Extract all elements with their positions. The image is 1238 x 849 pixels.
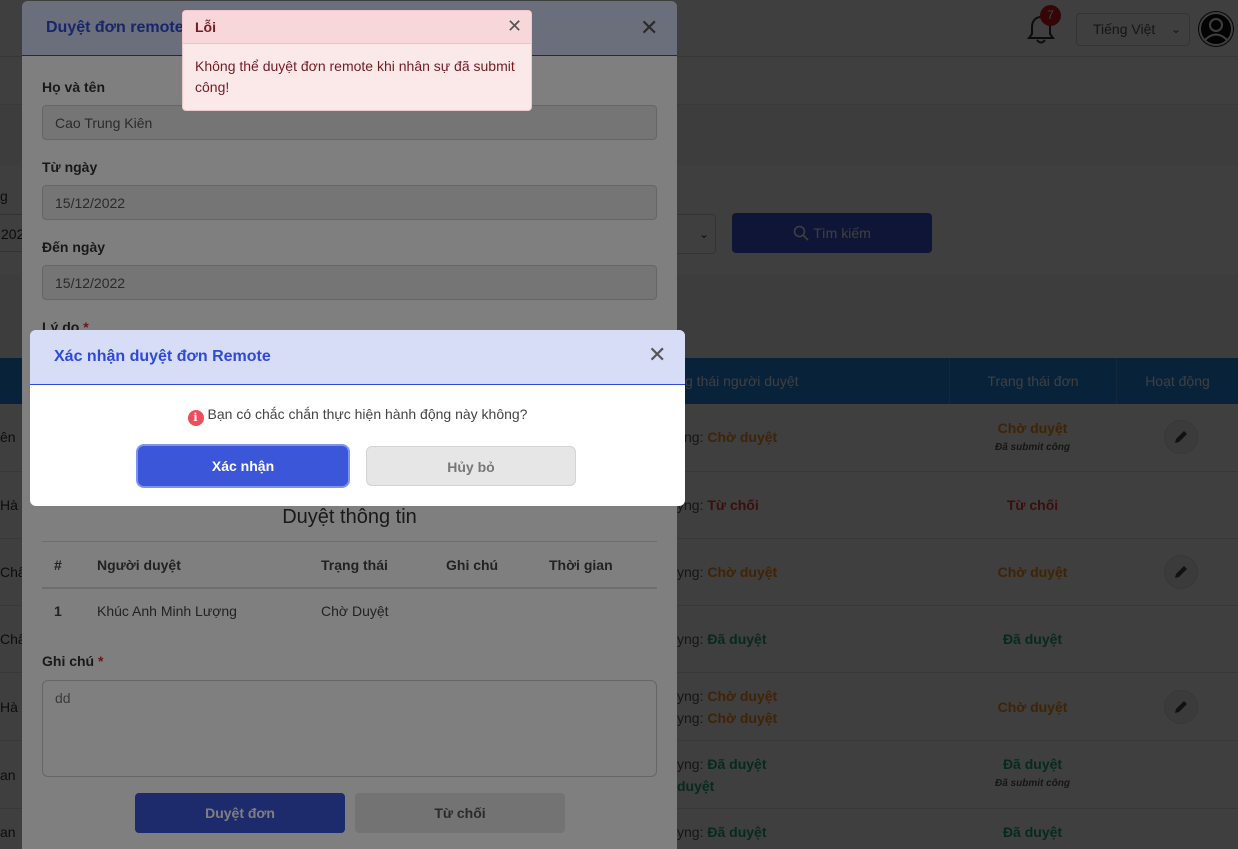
info-icon: i [187, 410, 204, 426]
toast-header: Lỗi ✕ [183, 11, 531, 44]
error-toast: Lỗi ✕ Không thể duyệt đơn remote khi nhâ… [182, 10, 532, 111]
toast-title: Lỗi [195, 19, 216, 35]
confirm-button[interactable]: Xác nhận [138, 446, 348, 486]
confirm-modal: Xác nhận duyệt đơn Remote ✕ i Bạn có chắc… [30, 330, 685, 506]
confirm-header: Xác nhận duyệt đơn Remote ✕ [30, 330, 685, 385]
confirm-title: Xác nhận duyệt đơn Remote [54, 348, 271, 365]
toast-message: Không thể duyệt đơn remote khi nhân sự đ… [195, 58, 515, 95]
cancel-button[interactable]: Hủy bỏ [366, 446, 576, 486]
close-icon[interactable]: ✕ [507, 16, 522, 37]
confirm-message: i Bạn có chắc chắn thực hiện hành động nà… [30, 406, 685, 426]
close-icon[interactable]: ✕ [648, 342, 666, 368]
